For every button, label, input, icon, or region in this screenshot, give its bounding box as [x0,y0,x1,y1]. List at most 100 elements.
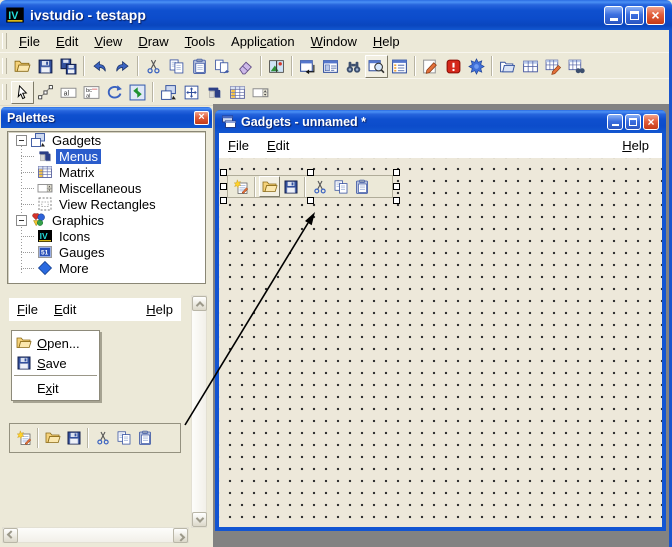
table-button[interactable] [519,55,542,78]
scripts-button[interactable] [496,55,519,78]
paste-button[interactable] [351,176,372,197]
preview-menu-help[interactable]: Help [138,300,181,319]
tree-item-graphics[interactable]: Graphics [8,212,205,228]
open-button[interactable] [42,428,63,449]
tree-item-view-rectangles[interactable]: View Rectangles [8,196,205,212]
selection-handle-ne[interactable] [393,169,400,176]
draw-edit-button[interactable] [419,55,442,78]
label-button[interactable]: al [57,81,80,104]
menu-application[interactable]: Application [223,32,303,51]
scroll-up-button[interactable] [192,296,207,311]
copy-button[interactable] [165,55,188,78]
tree-item-menus[interactable]: Menus [8,148,205,164]
redo-button[interactable] [111,55,134,78]
debug-button[interactable] [465,55,488,78]
menu-view[interactable]: View [86,32,130,51]
form-view-button[interactable] [319,55,342,78]
binoculars-button[interactable] [342,55,365,78]
selection-handle-s[interactable] [307,197,314,204]
select-button[interactable] [11,80,34,104]
cut-button[interactable] [142,55,165,78]
toolbar-gripper[interactable] [2,84,7,100]
child-close-button[interactable]: × [643,113,659,130]
save-all-button[interactable] [57,55,80,78]
tree-item-more[interactable]: More [8,260,205,276]
scroll-left-button[interactable] [3,528,18,543]
child-menu-edit[interactable]: Edit [258,136,298,155]
new-button[interactable] [230,176,251,197]
toolbar-gripper[interactable] [2,33,7,49]
erase-button[interactable] [234,55,257,78]
zoom-view-button[interactable] [365,54,388,78]
maximize-button[interactable] [625,5,644,25]
selection-handle-se[interactable] [393,197,400,204]
save-button[interactable] [34,55,57,78]
popup-item-open[interactable]: Open... [12,333,99,353]
save-button[interactable] [63,428,84,449]
tree-item-gauges[interactable]: 51 Gauges [8,244,205,260]
minimize-button[interactable] [604,5,623,25]
edit-points-button[interactable] [34,81,57,104]
paste-button[interactable] [134,428,155,449]
rotate-button[interactable] [103,81,126,104]
palettes-close-button[interactable]: × [194,110,209,125]
fit-button[interactable] [180,81,203,104]
table-find-button[interactable] [565,55,588,78]
open-button[interactable] [11,55,34,78]
open-button[interactable] [259,176,280,197]
menu-button[interactable] [203,81,226,104]
tree-expander-minus[interactable] [16,214,27,226]
selection-handle-nw[interactable] [220,169,227,176]
toolbar-gripper[interactable] [2,58,7,74]
alert-button[interactable] [442,55,465,78]
menu-edit[interactable]: Edit [48,32,86,51]
tree-expander-minus[interactable] [16,134,27,146]
child-menu-help[interactable]: Help [613,136,658,155]
selection-handle-e[interactable] [393,183,400,190]
scroll-down-button[interactable] [192,512,207,527]
tree-item-icons[interactable]: IV Icons [8,228,205,244]
copy-button[interactable] [330,176,351,197]
preview-menu-file[interactable]: File [9,300,46,319]
undo-button[interactable] [88,55,111,78]
preview-menu-edit[interactable]: Edit [46,300,84,319]
menu-window[interactable]: Window [303,32,365,51]
selection-handle-n[interactable] [307,169,314,176]
horizontal-scrollbar[interactable] [2,527,189,543]
menu-draw[interactable]: Draw [130,32,176,51]
child-titlebar[interactable]: Gadgets - unnamed * × [215,110,666,133]
bring-front-button[interactable] [157,81,180,104]
child-maximize-button[interactable] [625,113,641,130]
refresh-button[interactable] [126,81,149,104]
paste-button[interactable] [188,55,211,78]
selected-toolbar-widget[interactable] [220,169,400,204]
scroll-right-button[interactable] [173,528,188,543]
menu-file[interactable]: File [11,32,48,51]
menu-tools[interactable]: Tools [177,32,223,51]
tree-item-gadgets[interactable]: Gadgets [8,132,205,148]
cut-button[interactable] [309,176,330,197]
popup-item-exit[interactable]: Exit [12,378,99,398]
popup-item-save[interactable]: Save [12,353,99,373]
tree-item-miscellaneous[interactable]: Miscellaneous [8,180,205,196]
child-menu-file[interactable]: File [219,136,258,155]
matrix-button[interactable] [226,81,249,104]
selection-handle-w[interactable] [220,183,227,190]
image-button[interactable] [265,55,288,78]
selection-handle-sw[interactable] [220,197,227,204]
table-edit-button[interactable] [542,55,565,78]
design-canvas[interactable] [219,158,662,527]
toolbar-widget[interactable] [227,175,393,198]
menu-help[interactable]: Help [365,32,408,51]
new-button[interactable] [13,428,34,449]
tree-item-matrix[interactable]: Matrix [8,164,205,180]
palettes-titlebar[interactable]: Palettes × [1,107,212,128]
spinner-button[interactable] [249,81,272,104]
multiline-label-button[interactable]: bc al [80,81,103,104]
window-arrange-button[interactable] [296,55,319,78]
close-button[interactable]: × [646,5,665,25]
details-button[interactable] [388,55,411,78]
vertical-scrollbar[interactable] [191,295,207,528]
child-minimize-button[interactable] [607,113,623,130]
cut-button[interactable] [92,428,113,449]
